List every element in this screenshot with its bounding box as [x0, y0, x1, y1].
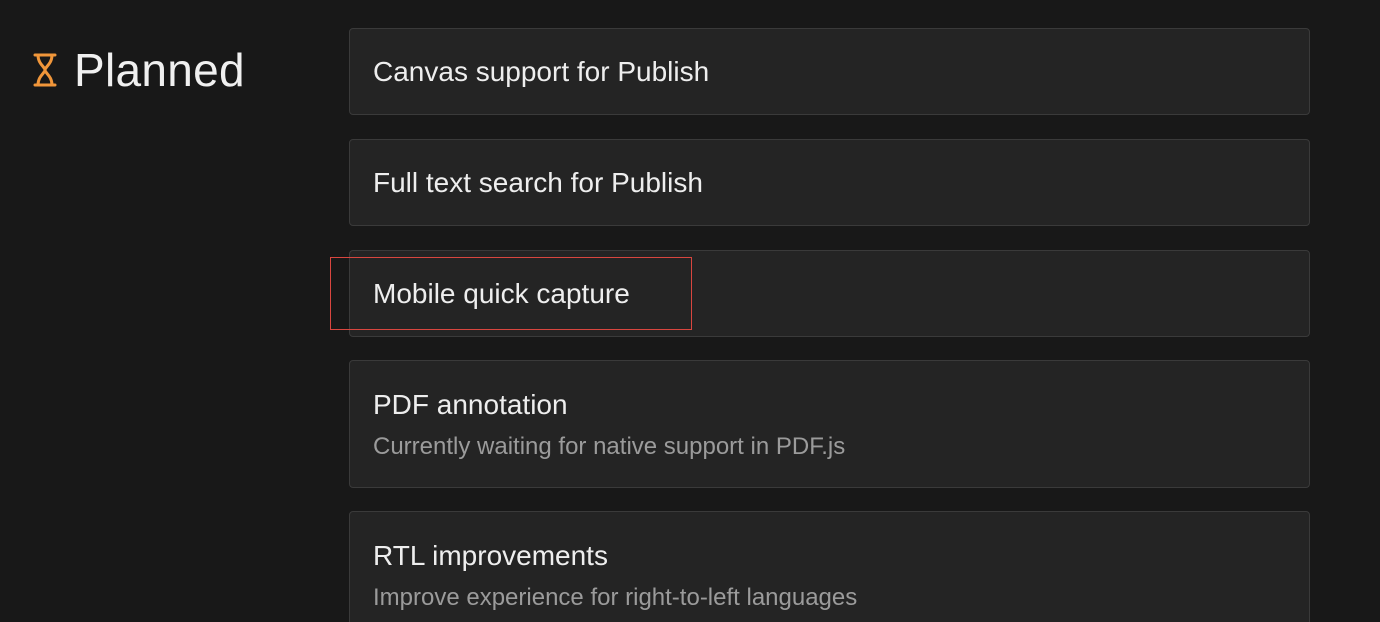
roadmap-item-description: Currently waiting for native support in …: [373, 433, 846, 460]
roadmap-item-title: Canvas support for Publish: [373, 56, 710, 87]
section-title: Planned: [74, 44, 245, 96]
roadmap-item-description: Improve experience for right-to-left lan…: [373, 584, 858, 611]
roadmap-item-title: PDF annotation: [373, 389, 568, 420]
hourglass-icon: [32, 52, 58, 88]
section-header: Planned: [32, 42, 245, 98]
roadmap-item-title: Mobile quick capture: [373, 278, 630, 309]
roadmap-page: Planned Canvas support for Publish Full …: [0, 0, 1380, 622]
roadmap-item-full-text-search[interactable]: Full text search for Publish: [349, 139, 1310, 226]
roadmap-item-pdf-annotation[interactable]: PDF annotation Currently waiting for nat…: [349, 360, 1310, 488]
roadmap-item-title: Full text search for Publish: [373, 167, 703, 198]
roadmap-item-title: RTL improvements: [373, 540, 608, 571]
roadmap-item-canvas-support[interactable]: Canvas support for Publish: [349, 28, 1310, 115]
roadmap-item-rtl-improvements[interactable]: RTL improvements Improve experience for …: [349, 511, 1310, 622]
roadmap-item-mobile-quick-capture[interactable]: Mobile quick capture: [349, 250, 1310, 337]
